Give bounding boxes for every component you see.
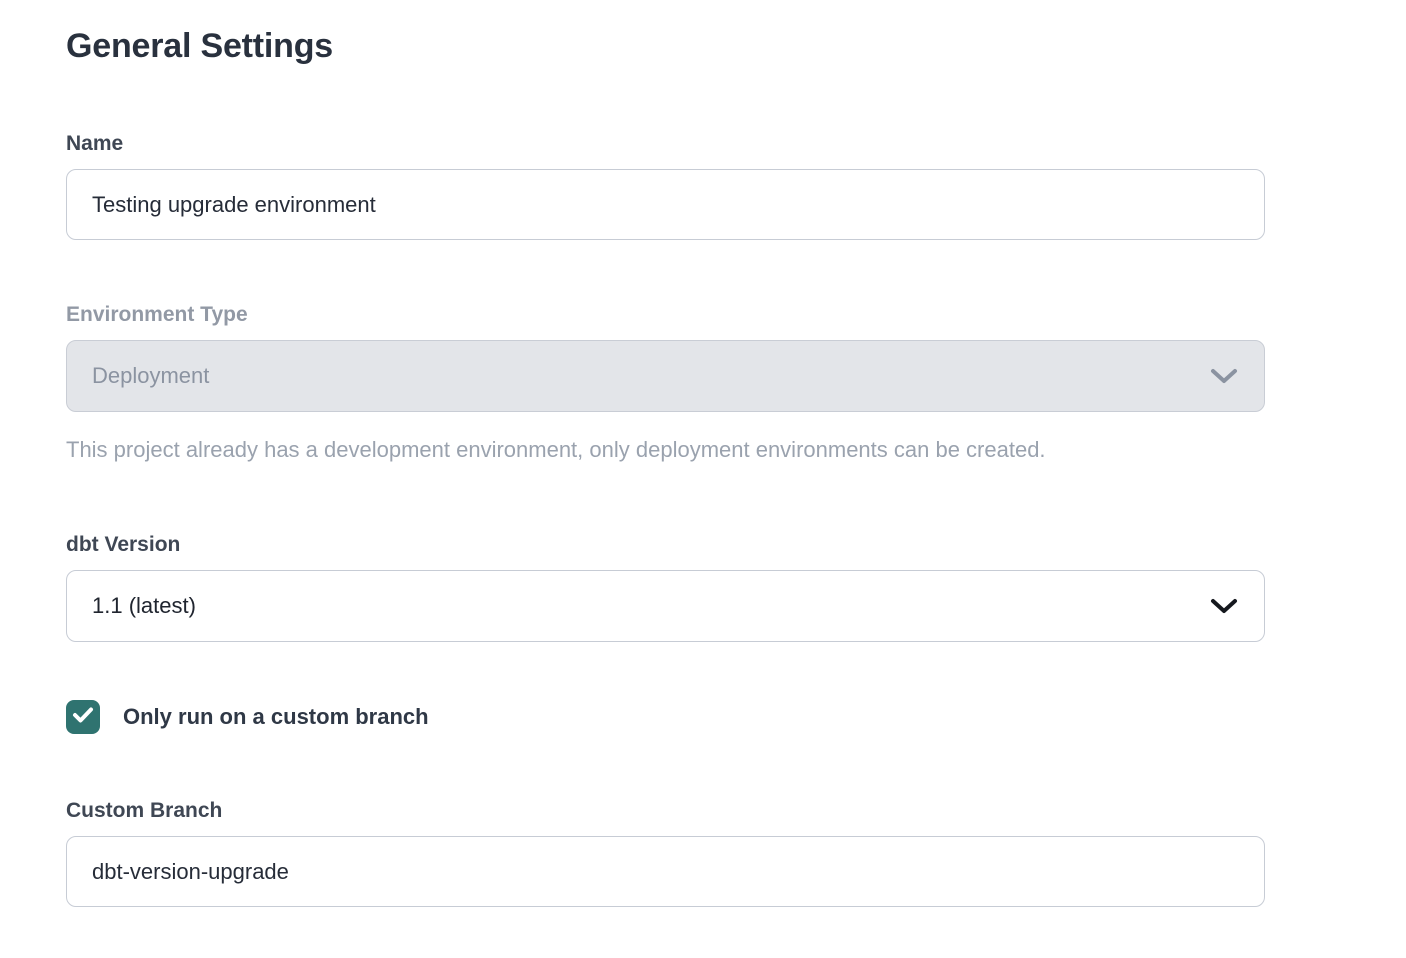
name-label: Name — [66, 132, 1265, 156]
general-settings-page: General Settings Name Environment Type D… — [0, 0, 1406, 907]
check-icon — [72, 706, 94, 729]
custom-branch-checkbox[interactable] — [66, 700, 100, 734]
name-field-group: Name — [66, 132, 1265, 240]
custom-branch-input[interactable] — [66, 836, 1265, 907]
name-input[interactable] — [66, 169, 1265, 240]
custom-branch-toggle-label: Only run on a custom branch — [123, 704, 429, 730]
chevron-down-icon — [1210, 368, 1238, 384]
environment-type-help-text: This project already has a development e… — [66, 437, 1265, 463]
custom-branch-toggle-row[interactable]: Only run on a custom branch — [66, 700, 1265, 734]
dbt-version-label: dbt Version — [66, 533, 1265, 557]
environment-type-selected-value: Deployment — [92, 363, 209, 389]
page-title: General Settings — [66, 26, 1265, 66]
custom-branch-field-group: Custom Branch — [66, 799, 1265, 907]
chevron-down-icon — [1210, 598, 1238, 614]
dbt-version-select[interactable]: 1.1 (latest) — [66, 570, 1265, 642]
environment-type-field-group: Environment Type Deployment This project… — [66, 303, 1265, 463]
custom-branch-label: Custom Branch — [66, 799, 1265, 823]
environment-type-select: Deployment — [66, 340, 1265, 412]
dbt-version-field-group: dbt Version 1.1 (latest) — [66, 533, 1265, 642]
dbt-version-selected-value: 1.1 (latest) — [92, 593, 196, 619]
environment-type-label: Environment Type — [66, 303, 1265, 327]
